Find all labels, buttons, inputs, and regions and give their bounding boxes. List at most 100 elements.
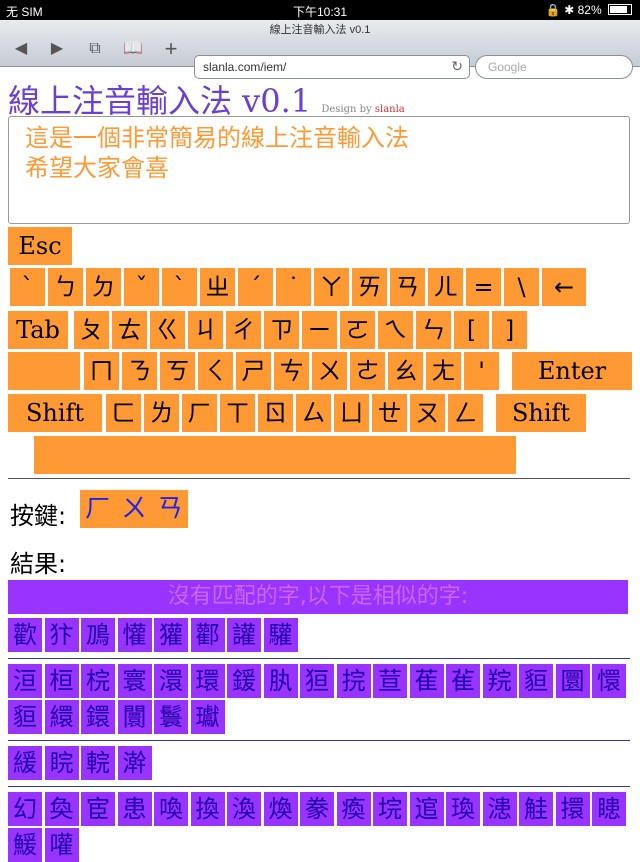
key[interactable]: ㄟ (378, 311, 413, 349)
key[interactable]: = (466, 268, 501, 306)
candidate-char[interactable]: 輐 (81, 746, 115, 780)
candidate-char[interactable]: 煥 (263, 792, 298, 826)
candidate-char[interactable]: 鳭 (81, 618, 115, 652)
candidate-char[interactable]: 羦 (482, 664, 517, 698)
key[interactable]: ㄋ (122, 352, 157, 390)
key[interactable]: ㄜ (350, 352, 385, 390)
candidate-char[interactable]: 豢 (300, 792, 334, 826)
candidate-char[interactable]: 驩 (263, 618, 298, 652)
candidate-char[interactable]: 捖 (336, 664, 371, 698)
key[interactable]: ` (10, 268, 45, 306)
key[interactable]: ← (542, 268, 586, 306)
key[interactable]: ˊ (238, 268, 273, 306)
candidate-char[interactable]: 觟 (519, 792, 553, 826)
key[interactable]: ㄐ (188, 311, 223, 349)
key[interactable]: ㄆ (74, 311, 109, 349)
key[interactable]: ㄏ (182, 394, 217, 432)
candidate-char[interactable]: 萑 (409, 664, 444, 698)
output-textarea[interactable]: 這是一個非常簡易的線上注音輸入法 希望大家會喜 (8, 116, 630, 224)
candidate-char[interactable]: 瘓 (336, 792, 371, 826)
candidate-char[interactable]: 擐 (555, 792, 590, 826)
forward-button[interactable]: ▶ (44, 38, 70, 60)
key[interactable]: ㄊ (112, 311, 147, 349)
candidate-char[interactable]: 鐶 (81, 700, 115, 734)
candidate-char[interactable]: 洹 (8, 664, 42, 698)
key[interactable]: ㄣ (416, 311, 451, 349)
tab-key[interactable]: Tab (8, 311, 68, 349)
candidate-char[interactable]: 澣 (117, 746, 152, 780)
candidate-char[interactable]: 桓 (44, 664, 79, 698)
candidate-char[interactable]: 雈 (446, 664, 480, 698)
candidate-char[interactable]: 瓛 (190, 700, 225, 734)
candidate-char[interactable]: 讙 (227, 618, 261, 652)
key[interactable]: ㄤ (426, 352, 461, 390)
candidate-char[interactable]: 喚 (154, 792, 188, 826)
key[interactable]: ㄧ (302, 311, 337, 349)
key[interactable]: ㄍ (150, 311, 185, 349)
key[interactable]: ˇ (124, 268, 159, 306)
key[interactable]: ㄩ (334, 394, 369, 432)
key[interactable]: ㄓ (200, 268, 235, 306)
candidate-char[interactable]: 懁 (592, 664, 626, 698)
candidate-char[interactable]: 懽 (117, 618, 152, 652)
back-button[interactable]: ◀ (8, 38, 34, 60)
key[interactable]: ㄅ (48, 268, 83, 306)
search-input[interactable]: Google (475, 55, 633, 79)
candidate-char[interactable]: 垸 (373, 792, 407, 826)
candidate-char[interactable]: 梡 (81, 664, 115, 698)
blank-key[interactable] (8, 352, 80, 390)
key[interactable]: ㄒ (220, 394, 255, 432)
candidate-char[interactable]: 貆 (519, 664, 553, 698)
candidate-char[interactable]: 瞣 (592, 792, 626, 826)
candidate-char[interactable]: 獾 (154, 618, 188, 652)
candidate-char[interactable]: 睆 (44, 746, 79, 780)
candidate-char[interactable]: 荁 (373, 664, 407, 698)
candidate-char[interactable]: 狟 (300, 664, 334, 698)
key[interactable]: ㄝ (372, 394, 407, 432)
key[interactable]: ' (464, 352, 499, 390)
candidate-char[interactable]: 漶 (482, 792, 517, 826)
candidate-char[interactable]: 貆 (8, 700, 42, 734)
key[interactable]: ㄑ (198, 352, 233, 390)
key[interactable]: ㄘ (274, 352, 309, 390)
key[interactable]: ㄡ (410, 394, 445, 432)
key[interactable]: ㄥ (448, 394, 483, 432)
candidate-char[interactable]: 歡 (8, 618, 42, 652)
candidate-char[interactable]: 奐 (44, 792, 79, 826)
key[interactable]: ㄗ (264, 311, 299, 349)
candidate-char[interactable]: 繯 (44, 700, 79, 734)
candidate-char[interactable]: 換 (190, 792, 225, 826)
candidate-char[interactable]: 闤 (117, 700, 152, 734)
key[interactable]: ㄚ (314, 268, 349, 306)
candidate-char[interactable]: 寰 (117, 664, 152, 698)
candidate-char[interactable]: 渙 (227, 792, 261, 826)
candidate-char[interactable]: 犿 (44, 618, 79, 652)
candidate-char[interactable]: 瑍 (446, 792, 480, 826)
enter-key[interactable]: Enter (512, 352, 632, 390)
candidate-char[interactable]: 緩 (8, 746, 42, 780)
reload-icon[interactable]: ↻ (451, 58, 463, 75)
key[interactable]: ㄎ (160, 352, 195, 390)
key[interactable]: ㄔ (226, 311, 261, 349)
key[interactable]: [ (454, 311, 489, 349)
candidate-char[interactable]: 環 (190, 664, 225, 698)
key[interactable]: ㄈ (106, 394, 141, 432)
key[interactable]: ㄢ (390, 268, 425, 306)
candidate-char[interactable]: 患 (117, 792, 152, 826)
add-icon[interactable]: + (158, 38, 184, 60)
key[interactable]: ㄇ (84, 352, 119, 390)
key[interactable]: ㄞ (352, 268, 387, 306)
key[interactable]: ] (492, 311, 527, 349)
shift-key-left[interactable]: Shift (8, 394, 102, 432)
key[interactable]: ㄨ (312, 352, 347, 390)
key[interactable]: ˙ (276, 268, 311, 306)
candidate-char[interactable]: 鍰 (227, 664, 261, 698)
esc-key[interactable]: Esc (8, 227, 72, 265)
key[interactable]: \ (504, 268, 539, 306)
key[interactable]: ㄦ (428, 268, 463, 306)
key[interactable]: ㄕ (236, 352, 271, 390)
candidate-char[interactable]: 圜 (555, 664, 590, 698)
key[interactable]: ㄌ (144, 394, 179, 432)
candidate-char[interactable]: 鰀 (8, 828, 42, 862)
candidate-char[interactable]: 宦 (81, 792, 115, 826)
